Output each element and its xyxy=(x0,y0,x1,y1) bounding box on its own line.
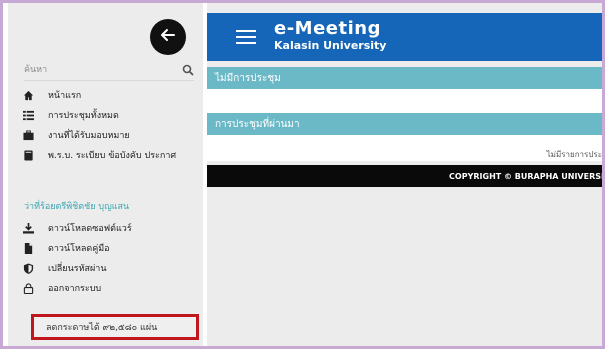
search-icon[interactable] xyxy=(182,61,194,76)
user-name: ว่าที่ร้อยตรีพิชิตชัย บุญแสน xyxy=(24,202,130,212)
menu-item-download-software[interactable]: ดาวน์โหลดซอฟต์แวร์ xyxy=(22,218,202,238)
hamburger-menu-icon[interactable] xyxy=(236,30,256,44)
copyright-text: COPYRIGHT © BURAPHA UNIVERSI xyxy=(449,171,602,181)
menu-item-change-password[interactable]: เปลี่ยนรหัสผ่าน xyxy=(22,258,202,278)
app-title: e-Meeting xyxy=(274,18,381,39)
file-icon xyxy=(22,242,34,254)
menu-label: เปลี่ยนรหัสผ่าน xyxy=(48,264,107,274)
menu-label: ดาวน์โหลดซอฟต์แวร์ xyxy=(48,224,132,234)
lock-icon xyxy=(22,282,34,294)
menu-label: ออกจากระบบ xyxy=(48,284,102,294)
briefcase-icon xyxy=(22,129,34,141)
menu-label: การประชุมทั้งหมด xyxy=(48,111,119,121)
section-header-past-meetings: การประชุมที่ผ่านมา xyxy=(207,113,602,135)
app-window: ค้นหา หน้าแรก การประชุมทั้งหมด งานที่ได้… xyxy=(3,3,602,346)
menu-item-home[interactable]: หน้าแรก xyxy=(22,85,202,105)
menu-item-logout[interactable]: ออกจากระบบ xyxy=(22,278,202,298)
section-header-no-meeting: ไม่มีการประชุม xyxy=(207,67,602,89)
main-content: e-Meeting Kalasin University ไม่มีการประ… xyxy=(207,3,602,346)
main-menu: หน้าแรก การประชุมทั้งหมด งานที่ได้รับมอบ… xyxy=(22,85,202,165)
list-icon xyxy=(22,109,34,121)
section-body-no-meeting xyxy=(207,89,602,113)
menu-item-all-meetings[interactable]: การประชุมทั้งหมด xyxy=(22,105,202,125)
home-icon xyxy=(22,89,34,101)
menu-label: ดาวน์โหลดคู่มือ xyxy=(48,244,110,254)
menu-label: พ.ร.บ. ระเบียบ ข้อบังคับ ประกาศ xyxy=(48,151,177,161)
account-menu: ดาวน์โหลดซอฟต์แวร์ ดาวน์โหลดคู่มือ เปลี่… xyxy=(22,218,202,298)
search-underline xyxy=(24,80,194,81)
search-field[interactable]: ค้นหา xyxy=(24,59,194,81)
sidebar: ค้นหา หน้าแรก การประชุมทั้งหมด งานที่ได้… xyxy=(8,3,203,346)
section-body-past-meetings xyxy=(207,135,602,161)
app-header: e-Meeting Kalasin University xyxy=(207,13,602,61)
download-icon xyxy=(22,222,34,234)
menu-label: หน้าแรก xyxy=(48,91,82,101)
menu-item-regulations[interactable]: พ.ร.บ. ระเบียบ ข้อบังคับ ประกาศ xyxy=(22,145,202,165)
book-icon xyxy=(22,149,34,161)
back-button[interactable] xyxy=(150,19,186,55)
search-label: ค้นหา xyxy=(24,65,48,75)
menu-label: งานที่ได้รับมอบหมาย xyxy=(48,131,130,141)
app-subtitle: Kalasin University xyxy=(274,39,387,52)
menu-item-assigned-tasks[interactable]: งานที่ได้รับมอบหมาย xyxy=(22,125,202,145)
paper-saved-counter: ลดกระดาษได้ ๙๒,๕๘๐ แผ่น xyxy=(31,314,199,340)
shield-icon xyxy=(22,262,34,274)
menu-item-download-manual[interactable]: ดาวน์โหลดคู่มือ xyxy=(22,238,202,258)
footer: COPYRIGHT © BURAPHA UNIVERSI xyxy=(207,165,602,187)
no-items-text: ไม่มีรายการประ xyxy=(546,150,602,159)
arrow-left-icon xyxy=(160,27,176,47)
